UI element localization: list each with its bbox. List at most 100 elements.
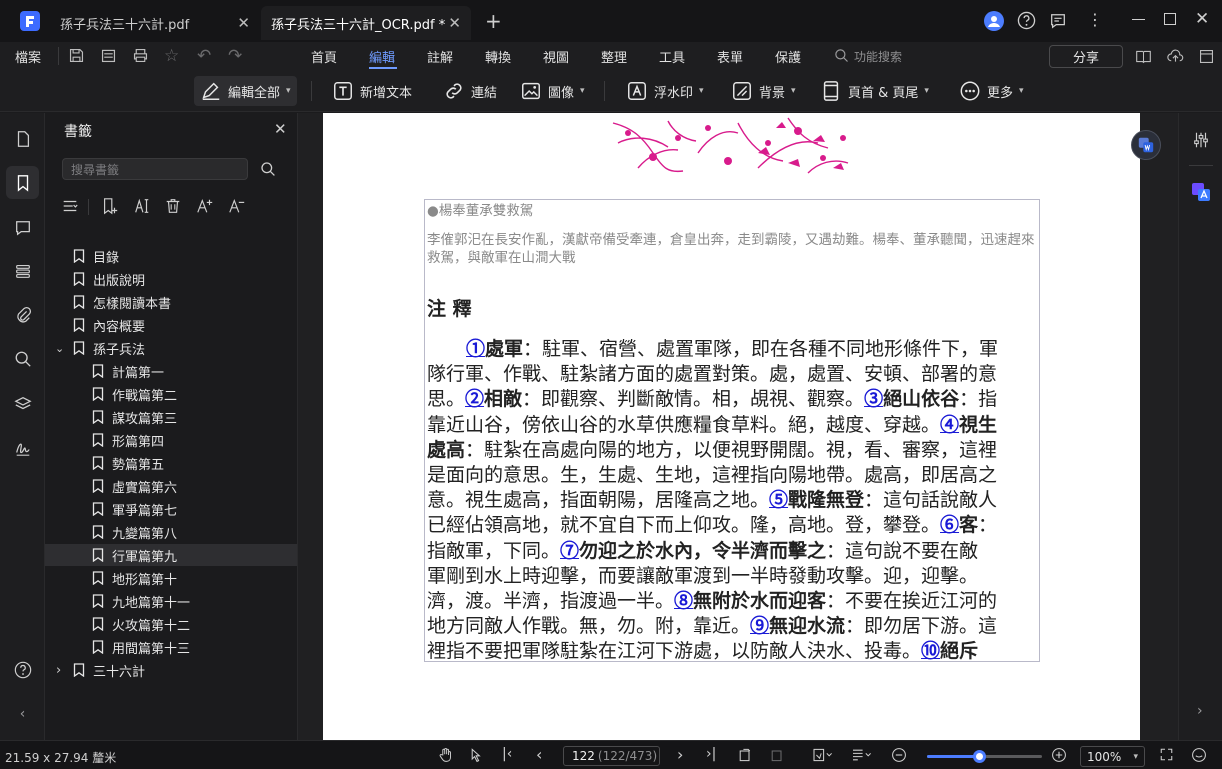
bookmark-item[interactable]: 計篇第一	[45, 360, 297, 382]
close-window-icon[interactable]: ✕	[1195, 9, 1209, 29]
bookmark-item[interactable]: 勢篇第五	[45, 452, 297, 474]
attachments-button[interactable]	[6, 298, 39, 331]
eye-comfort-icon[interactable]	[1191, 747, 1207, 767]
image-button[interactable]: 圖像 ▾	[514, 76, 591, 106]
bookmark-item[interactable]: 內容概要	[45, 314, 297, 336]
help-button[interactable]	[6, 653, 39, 686]
select-tool-icon[interactable]	[469, 747, 485, 767]
maximize-icon[interactable]	[1164, 13, 1176, 25]
new-tab-button[interactable]: +	[485, 9, 502, 33]
edit-all-button[interactable]: 編輯全部 ▾	[194, 76, 297, 106]
background-button[interactable]: 背景 ▾	[725, 76, 802, 106]
chevron-right-icon[interactable]: ›	[56, 663, 61, 678]
print-icon[interactable]	[132, 47, 149, 68]
bookmark-item[interactable]: ⌄ 孫子兵法	[45, 337, 297, 359]
bookmark-item[interactable]: 地形篇第十	[45, 567, 297, 589]
zoom-level-select[interactable]: 100% ▾	[1080, 746, 1145, 767]
annotation-marker[interactable]: ④	[940, 414, 959, 436]
annotation-marker[interactable]: ⑩	[921, 640, 940, 662]
annotation-marker[interactable]: ②	[465, 388, 484, 410]
bookmark-item[interactable]: 虛實篇第六	[45, 475, 297, 497]
collapse-right-icon[interactable]: ›	[1197, 703, 1203, 719]
redo-icon[interactable]: ↷	[228, 46, 242, 66]
comments-button[interactable]	[6, 211, 39, 244]
tab-document-2[interactable]: 孫子兵法三十六計_OCR.pdf * ✕	[261, 6, 471, 40]
layers-button[interactable]	[6, 387, 39, 420]
menu-tab-forms[interactable]: 表單	[717, 47, 743, 66]
signatures-button[interactable]	[6, 431, 39, 464]
add-text-button[interactable]: 新增文本	[326, 76, 418, 106]
ai-translate-icon[interactable]	[1190, 181, 1212, 203]
undo-icon[interactable]: ↶	[197, 46, 211, 66]
zoom-slider[interactable]	[927, 750, 1042, 763]
previous-page-icon[interactable]: ‹	[536, 745, 542, 764]
bookmark-item[interactable]: 火攻篇第十二	[45, 613, 297, 635]
first-page-icon[interactable]: |‹	[502, 746, 512, 762]
bookmark-item[interactable]: 目錄	[45, 245, 297, 267]
annotation-marker[interactable]: ⑤	[769, 489, 788, 511]
save-icon[interactable]	[68, 47, 85, 68]
bookmark-item[interactable]: 謀攻篇第三	[45, 406, 297, 428]
bookmark-search-input[interactable]: 搜尋書籤	[62, 158, 248, 180]
bookmark-item[interactable]: 出版說明	[45, 268, 297, 290]
more-options-icon[interactable]: ⋮	[1087, 10, 1103, 29]
upload-cloud-icon[interactable]	[1167, 48, 1184, 69]
help-icon[interactable]	[1017, 11, 1036, 34]
thumbnails-button[interactable]	[6, 122, 39, 155]
annotation-marker[interactable]: ⑧	[674, 590, 693, 612]
increase-font-icon[interactable]	[196, 197, 214, 219]
page-layout-icon[interactable]	[850, 747, 872, 767]
pdf-page[interactable]: ●楊奉董承雙救駕 李傕郭汜在長安作亂，漢獻帝備受牽連，倉皇出奔，走到霸陵，又遇劫…	[323, 113, 1140, 740]
menu-tab-home[interactable]: 首頁	[311, 47, 337, 66]
bookmark-item[interactable]: 作戰篇第二	[45, 383, 297, 405]
annotation-marker[interactable]: ③	[864, 388, 883, 410]
annotation-marker[interactable]: ⑦	[560, 540, 579, 562]
more-button[interactable]: 更多 ▾	[953, 76, 1030, 106]
bookmark-item[interactable]: 形篇第四	[45, 429, 297, 451]
rotate-icon[interactable]	[737, 747, 753, 767]
bookmarks-button[interactable]	[6, 166, 39, 199]
save-as-icon[interactable]	[100, 47, 117, 68]
crop-icon[interactable]	[769, 747, 785, 767]
header-footer-button[interactable]: 頁首 & 頁尾 ▾	[814, 76, 935, 106]
tab-document-1[interactable]: 孫子兵法三十六計.pdf ✕	[50, 6, 260, 40]
convert-to-word-button[interactable]	[1131, 130, 1161, 160]
zoom-slider-handle[interactable]	[972, 750, 986, 763]
menu-tab-tools[interactable]: 工具	[659, 47, 685, 66]
properties-icon[interactable]	[1192, 131, 1210, 153]
bookmark-item[interactable]: 行軍篇第九	[45, 544, 297, 566]
menu-tab-convert[interactable]: 轉換	[485, 47, 511, 66]
fields-button[interactable]	[6, 254, 39, 287]
link-button[interactable]: 連結	[437, 76, 503, 106]
search-icon[interactable]	[834, 48, 849, 67]
watermark-button[interactable]: 浮水印 ▾	[620, 76, 710, 106]
search-icon[interactable]	[260, 161, 276, 181]
last-page-icon[interactable]: ›|	[706, 746, 716, 762]
zoom-out-icon[interactable]	[891, 747, 907, 767]
page-number-input[interactable]: 122 (122/473)	[563, 746, 660, 766]
expand-panel-icon[interactable]	[1198, 48, 1215, 69]
menu-tab-comment[interactable]: 註解	[427, 47, 453, 66]
bookmark-item[interactable]: 九地篇第十一	[45, 590, 297, 612]
account-icon[interactable]	[984, 11, 1004, 31]
search-button[interactable]	[6, 342, 39, 375]
bookmark-item[interactable]: 九變篇第八	[45, 521, 297, 543]
close-icon[interactable]: ✕	[448, 14, 461, 32]
fit-page-icon[interactable]	[811, 747, 833, 767]
annotation-marker[interactable]: ⑥	[940, 514, 959, 536]
menu-file[interactable]: 檔案	[15, 47, 41, 66]
close-icon[interactable]: ✕	[237, 14, 250, 32]
minimize-icon[interactable]	[1132, 19, 1145, 20]
hand-tool-icon[interactable]	[438, 747, 454, 767]
next-page-icon[interactable]: ›	[677, 745, 683, 764]
annotation-marker[interactable]: ①	[466, 338, 485, 360]
feedback-icon[interactable]	[1049, 12, 1067, 34]
share-button[interactable]: 分享	[1049, 45, 1123, 68]
menu-tab-organize[interactable]: 整理	[601, 47, 627, 66]
menu-tab-edit[interactable]: 編輯	[369, 47, 395, 66]
close-panel-icon[interactable]: ✕	[274, 120, 287, 138]
menu-tab-view[interactable]: 視圖	[543, 47, 569, 66]
menu-tab-protect[interactable]: 保護	[775, 47, 801, 66]
feature-search-input[interactable]: 功能搜索	[854, 48, 902, 65]
star-icon[interactable]: ☆	[164, 46, 179, 66]
